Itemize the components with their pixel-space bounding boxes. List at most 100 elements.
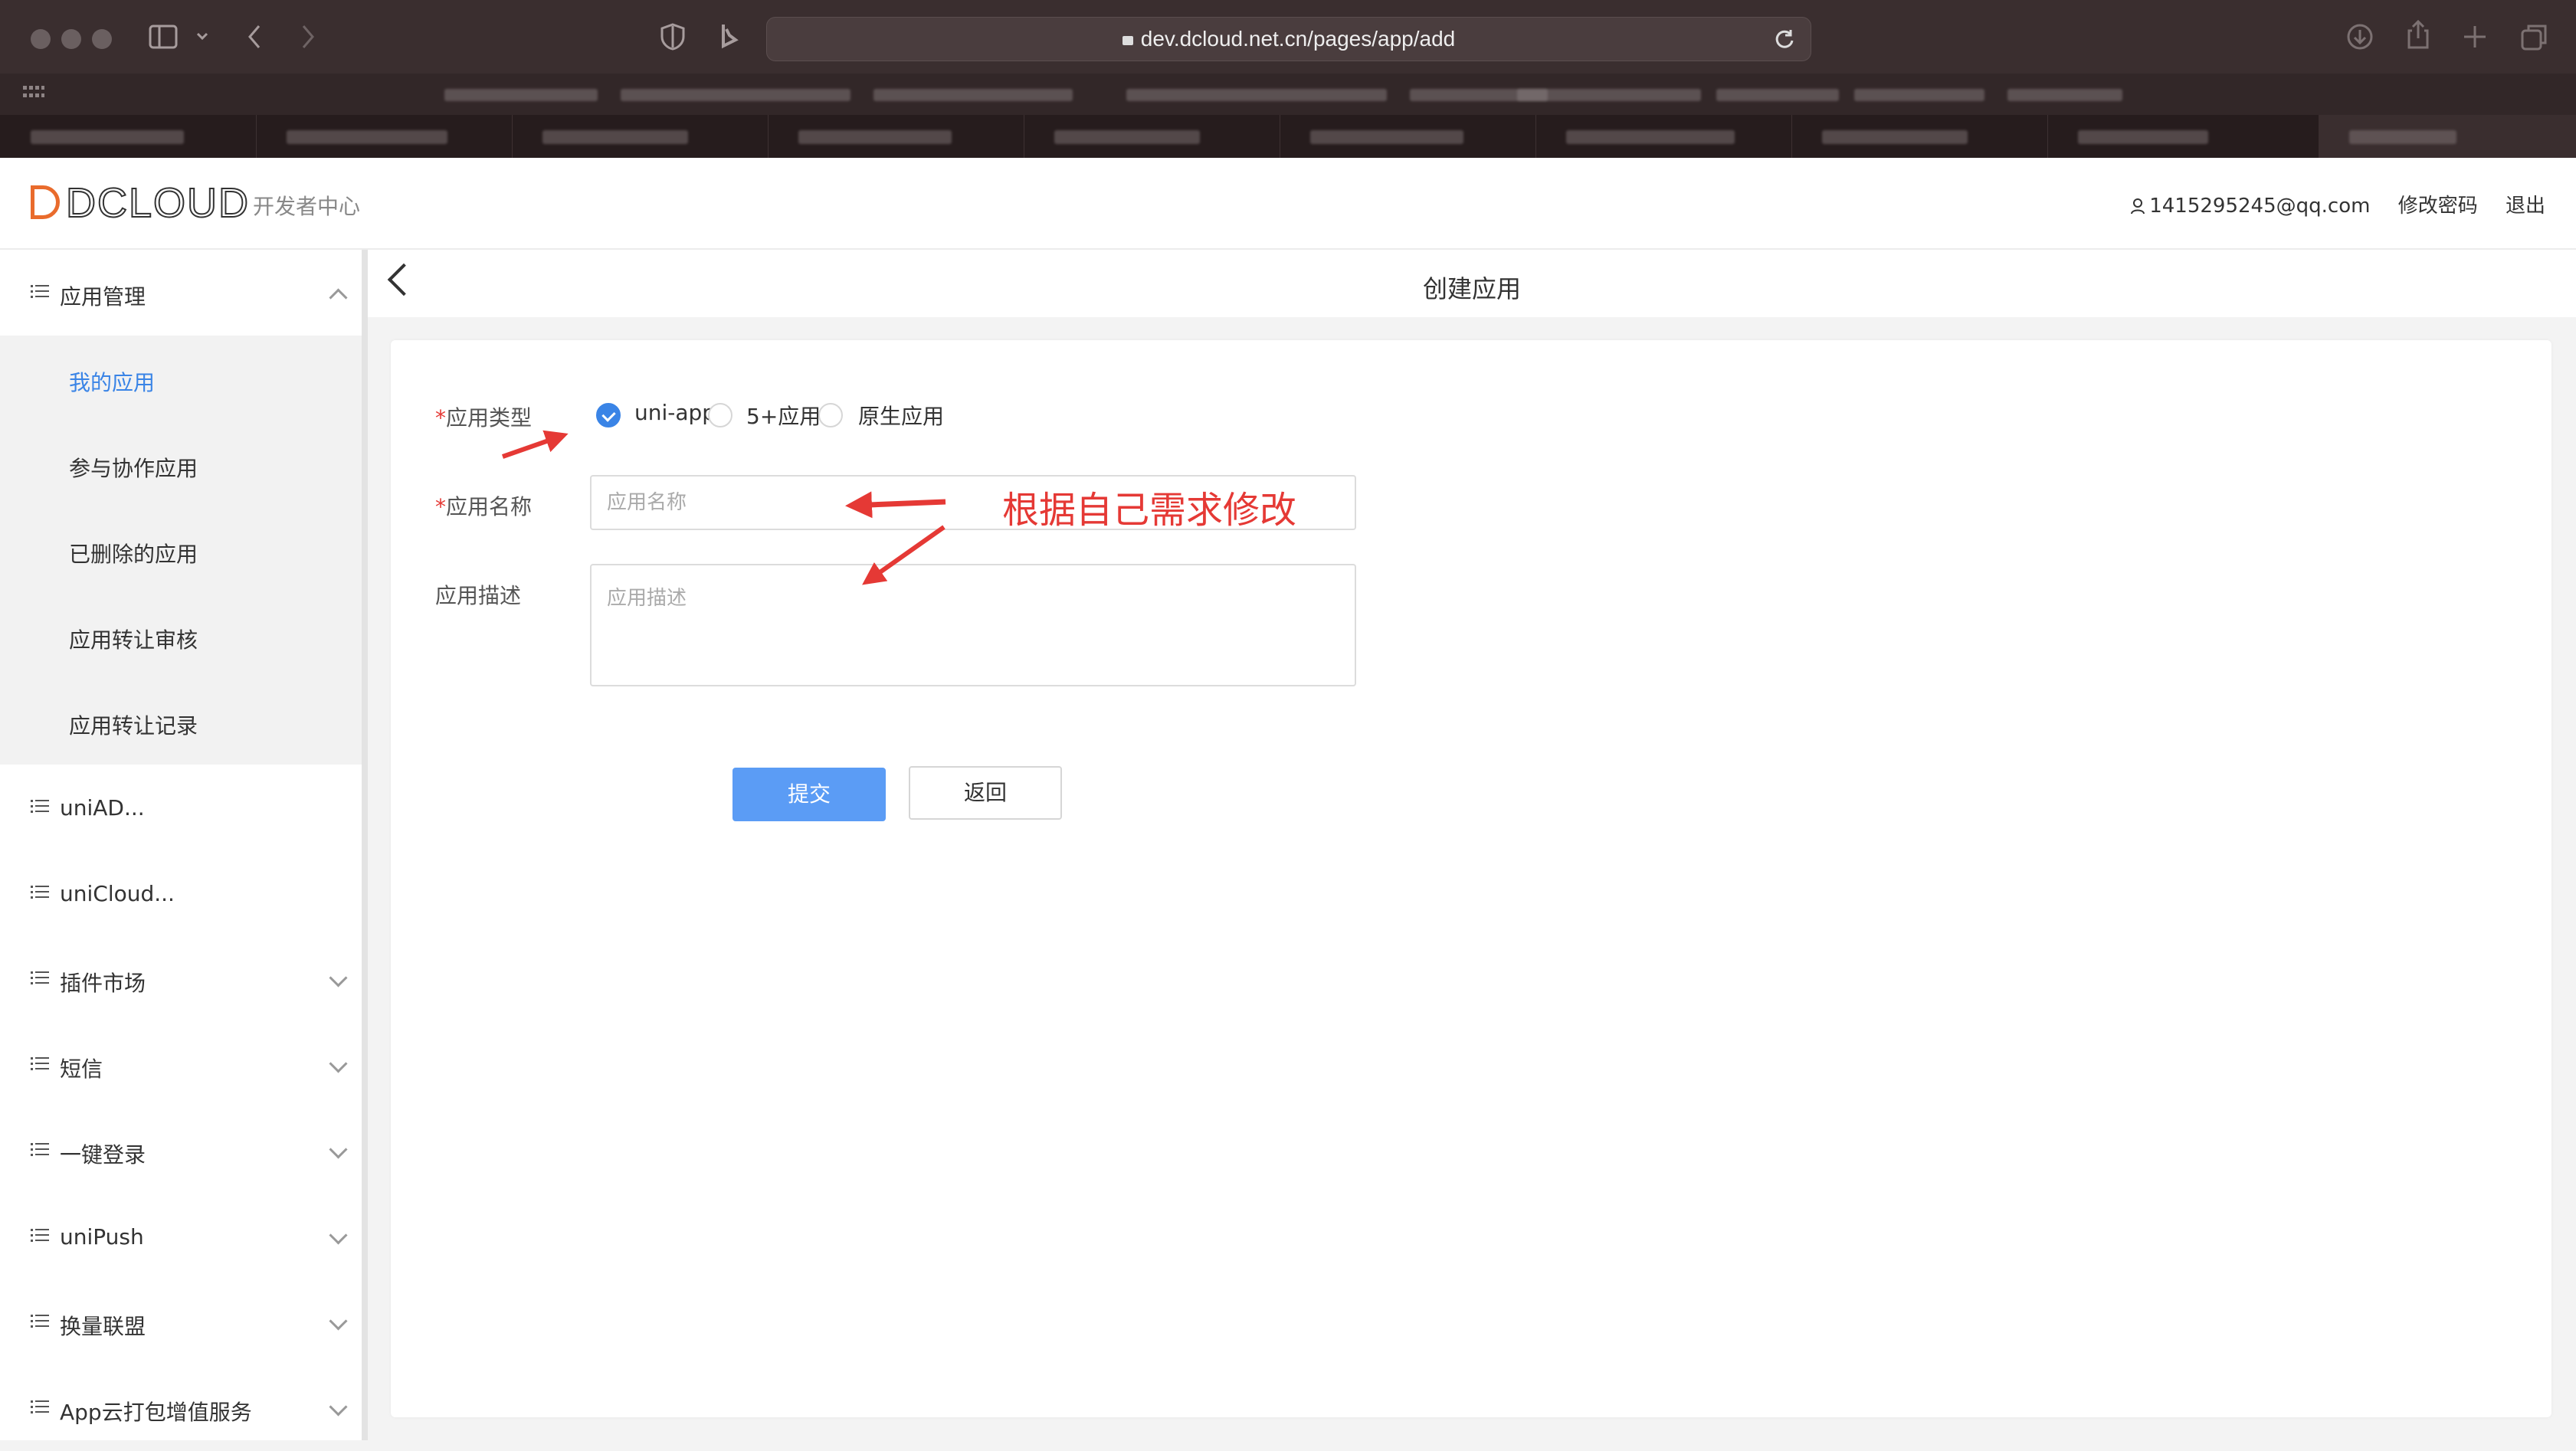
sidebar-subitem-label: 应用转让记录 — [69, 713, 198, 739]
chevron-down-icon — [329, 1397, 348, 1417]
sidebar-item-sms[interactable]: 短信 — [0, 1022, 362, 1108]
chevron-down-icon — [329, 1140, 348, 1159]
radio-5plus-app-label[interactable]: 5+应用 — [746, 400, 821, 431]
sidebar-toggle-icon[interactable] — [149, 23, 179, 51]
logo-mark — [31, 185, 60, 219]
page-title-bar: 创建应用 — [368, 250, 2576, 317]
app-name-label-text: 应用名称 — [446, 494, 533, 519]
url-text: dev.dcloud.net.cn/pages/app/add — [767, 27, 1811, 51]
download-icon[interactable] — [2346, 23, 2374, 51]
sidebar-item-label: uniPush — [60, 1224, 144, 1250]
logout-link[interactable]: 退出 — [2506, 195, 2545, 218]
browser-tab[interactable] — [768, 115, 1024, 158]
privacy-shield-icon[interactable] — [660, 23, 685, 51]
sidebar-item-label: 应用管理 — [60, 284, 146, 310]
radio-uniapp[interactable] — [596, 403, 621, 427]
back-nav-icon[interactable] — [247, 25, 262, 49]
browser-tab[interactable] — [1535, 115, 1792, 158]
radio-native-app-label[interactable]: 原生应用 — [858, 400, 944, 431]
required-mark: * — [435, 494, 446, 519]
chevron-down-icon[interactable] — [196, 32, 208, 41]
browser-tab[interactable] — [0, 115, 257, 158]
chevron-down-icon — [329, 1054, 348, 1073]
app-description-input[interactable] — [590, 564, 1356, 686]
forward-nav-icon[interactable] — [300, 25, 316, 49]
browser-tab[interactable] — [512, 115, 769, 158]
browser-tab[interactable] — [1791, 115, 2048, 158]
radio-5plus-app[interactable] — [708, 403, 732, 427]
sidebar-subitem-transfer-records[interactable]: 应用转让记录 — [0, 679, 362, 765]
developer-center-label: 开发者中心 — [253, 194, 361, 219]
sidebar-item-traffic-alliance[interactable]: 换量联盟 — [0, 1279, 362, 1365]
browser-tab-active[interactable] — [2319, 115, 2576, 158]
lock-icon — [1122, 36, 1133, 45]
annotation-text: 根据自己需求修改 — [1002, 489, 1297, 532]
sidebar-item-label: uniAD... — [60, 795, 145, 820]
list-icon — [31, 971, 49, 984]
user-icon — [2131, 198, 2145, 215]
new-tab-icon[interactable] — [2463, 25, 2487, 49]
sidebar-item-cloud-build[interactable]: App云打包增值服务 — [0, 1365, 362, 1451]
sidebar-item-label: uniCloud... — [60, 881, 175, 906]
sidebar-subitem-transfer-review[interactable]: 应用转让审核 — [0, 593, 362, 679]
address-bar[interactable]: dev.dcloud.net.cn/pages/app/add — [766, 17, 1811, 61]
sidebar-item-label: 短信 — [60, 1056, 103, 1082]
zoom-window-button[interactable] — [92, 29, 112, 49]
browser-toolbar: dev.dcloud.net.cn/pages/app/add — [0, 0, 2576, 74]
list-icon — [31, 800, 49, 813]
browser-tab[interactable] — [256, 115, 513, 158]
sidebar-item-label: 一键登录 — [60, 1142, 146, 1168]
sidebar-item-app-management[interactable]: 应用管理 — [0, 250, 362, 336]
radio-uniapp-label[interactable]: uni-app — [634, 400, 716, 425]
sidebar-subitem-my-apps[interactable]: 我的应用 — [0, 336, 362, 421]
bing-icon[interactable] — [720, 23, 740, 51]
app-description-label: 应用描述 — [435, 583, 522, 608]
sidebar-item-unipush[interactable]: uniPush — [0, 1194, 362, 1279]
sidebar-item-uniad[interactable]: uniAD... — [0, 765, 362, 850]
required-mark: * — [435, 405, 446, 431]
sidebar-subitem-label: 应用转让审核 — [69, 627, 198, 653]
list-icon — [31, 1057, 49, 1070]
chevron-down-icon — [329, 968, 348, 988]
list-icon — [31, 886, 49, 899]
list-icon — [31, 1229, 49, 1242]
close-window-button[interactable] — [31, 29, 51, 49]
browser-tab[interactable] — [1024, 115, 1280, 158]
browser-tab[interactable] — [1280, 115, 1536, 158]
sidebar-subitem-collab-apps[interactable]: 参与协作应用 — [0, 421, 362, 507]
grid-icon[interactable] — [23, 84, 44, 106]
reload-icon[interactable] — [1774, 28, 1795, 50]
sidebar-subitem-label: 参与协作应用 — [69, 456, 198, 481]
list-icon — [31, 1143, 49, 1156]
chevron-down-icon — [329, 1226, 348, 1245]
change-password-link[interactable]: 修改密码 — [2398, 195, 2478, 218]
list-icon — [31, 1400, 49, 1413]
share-icon[interactable] — [2406, 20, 2430, 51]
sidebar-item-unicloud[interactable]: uniCloud... — [0, 850, 362, 936]
back-button[interactable]: 返回 — [909, 766, 1062, 820]
browser-tab[interactable] — [2047, 115, 2319, 158]
sidebar: 应用管理 我的应用 参与协作应用 已删除的应用 应用转让审核 应用转让记录 un… — [0, 250, 368, 1440]
sidebar-subitem-deleted-apps[interactable]: 已删除的应用 — [0, 507, 362, 593]
sidebar-item-plugin-market[interactable]: 插件市场 — [0, 936, 362, 1022]
sidebar-subitem-label: 已删除的应用 — [69, 542, 198, 567]
app-type-label-text: 应用类型 — [446, 405, 533, 431]
sidebar-item-label: 插件市场 — [60, 971, 146, 996]
list-icon — [31, 285, 49, 298]
create-app-form: *应用类型 uni-app 5+应用 原生应用 *应用名称 应用描述 提交 返回 — [391, 340, 2551, 1417]
sidebar-subitem-label: 我的应用 — [69, 370, 156, 395]
sidebar-item-one-click-login[interactable]: 一键登录 — [0, 1108, 362, 1194]
chevron-up-icon — [329, 288, 348, 307]
tab-overview-icon[interactable] — [2521, 23, 2548, 51]
logo-text: DCLOUD — [65, 180, 251, 226]
app-type-label: *应用类型 — [435, 401, 532, 432]
submit-button[interactable]: 提交 — [732, 768, 886, 821]
radio-native-app[interactable] — [818, 403, 843, 427]
minimize-window-button[interactable] — [61, 29, 81, 49]
sidebar-item-label: 换量联盟 — [60, 1314, 146, 1339]
header-user-area: 1415295245@qq.com 修改密码 退出 — [2131, 190, 2545, 218]
user-email[interactable]: 1415295245@qq.com — [2149, 195, 2370, 218]
app-management-submenu: 我的应用 参与协作应用 已删除的应用 应用转让审核 应用转让记录 — [0, 336, 362, 765]
sidebar-item-label: App云打包增值服务 — [60, 1400, 252, 1425]
list-icon — [31, 1315, 49, 1328]
